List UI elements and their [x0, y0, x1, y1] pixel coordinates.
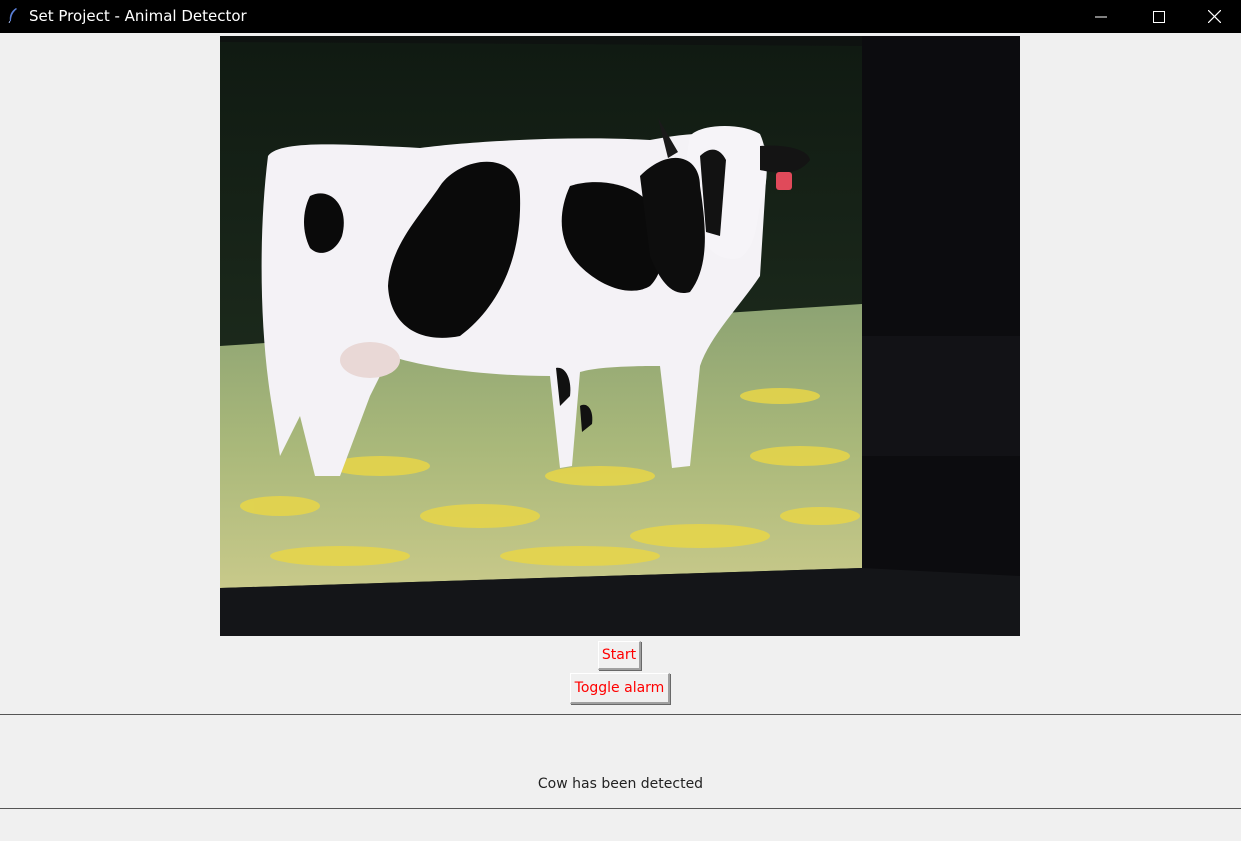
detection-status-label: Cow has been detected	[537, 776, 704, 792]
divider-top	[0, 714, 1241, 715]
camera-feed	[220, 36, 1020, 636]
close-button[interactable]	[1188, 0, 1241, 33]
title-bar: Set Project - Animal Detector	[0, 0, 1241, 33]
start-button[interactable]: Start	[598, 641, 641, 670]
toggle-alarm-button[interactable]: Toggle alarm	[570, 673, 670, 704]
cow-photo-image	[220, 36, 1020, 636]
divider-bottom	[0, 808, 1241, 809]
maximize-icon	[1153, 10, 1165, 23]
window-title: Set Project - Animal Detector	[29, 7, 247, 25]
close-icon	[1208, 10, 1221, 23]
minimize-button[interactable]	[1072, 0, 1130, 33]
minimize-icon	[1095, 16, 1107, 17]
maximize-button[interactable]	[1130, 0, 1188, 33]
feather-icon	[7, 7, 19, 24]
